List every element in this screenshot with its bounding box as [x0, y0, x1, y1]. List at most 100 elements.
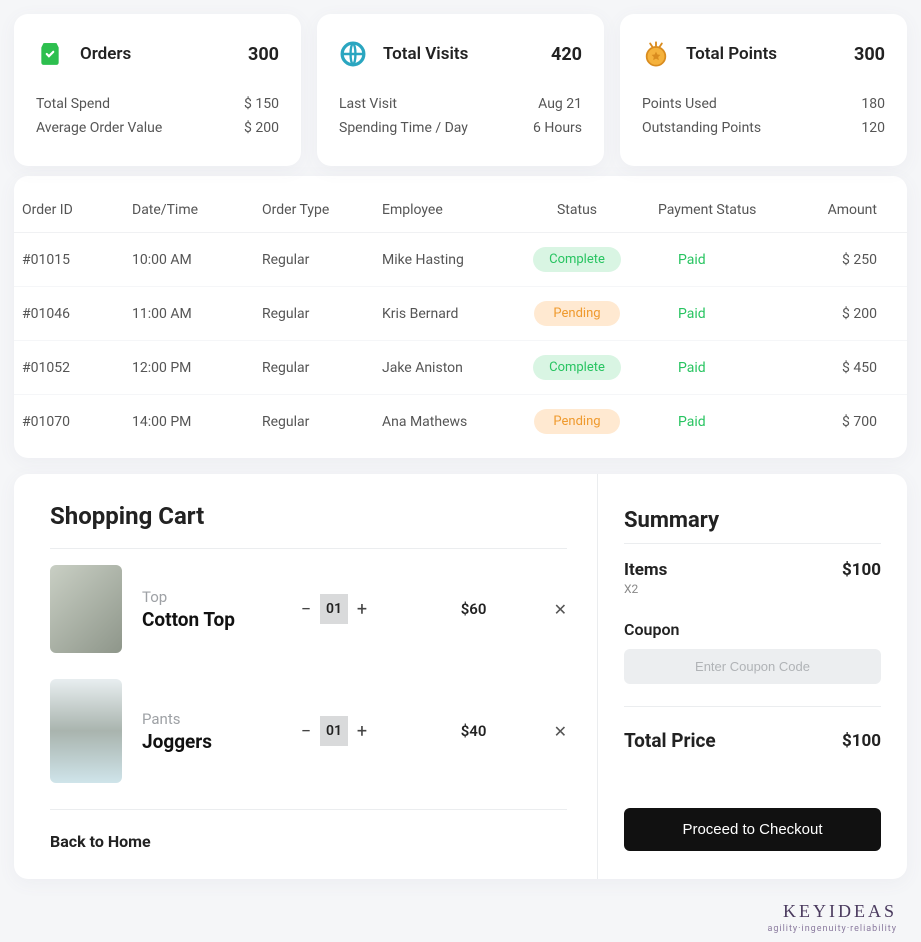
cell-order-id: #01070 [22, 414, 132, 430]
divider [624, 543, 881, 544]
orders-table: Order ID Date/Time Order Type Employee S… [14, 176, 907, 458]
item-price: $40 [444, 722, 504, 740]
back-home-link[interactable]: Back to Home [50, 832, 567, 851]
cell-employee: Mike Hasting [382, 252, 512, 268]
cart-item-info: TopCotton Top [142, 588, 272, 631]
qty-minus-button[interactable]: − [292, 594, 320, 624]
th-payment: Payment Status [642, 202, 772, 218]
card-value: Aug 21 [538, 96, 582, 112]
footer-brand: KEYIDEAS [0, 893, 921, 924]
table-row[interactable]: #0104611:00 AMRegularKris BernardPending… [14, 287, 907, 341]
visits-card: Total Visits 420 Last Visit Aug 21 Spend… [317, 14, 604, 166]
cell-amount: $ 250 [772, 252, 877, 268]
remove-item-button[interactable]: ✕ [554, 600, 567, 619]
cell-status: Complete [512, 355, 642, 380]
cell-payment: Paid [642, 414, 772, 430]
cell-type: Regular [262, 360, 382, 376]
cart-item: TopCotton Top−01+$60✕ [50, 565, 567, 653]
status-badge: Complete [533, 247, 621, 272]
card-label: Points Used [642, 96, 717, 112]
th-amount: Amount [772, 202, 877, 218]
table-row[interactable]: #0101510:00 AMRegularMike Hasting Complet… [14, 233, 907, 287]
product-thumbnail [50, 565, 122, 653]
globe-icon [339, 40, 367, 68]
divider [50, 548, 567, 549]
cell-amount: $ 450 [772, 360, 877, 376]
qty-value: 01 [320, 716, 348, 746]
cart-item-info: Pants Joggers [142, 710, 272, 753]
visits-title: Total Visits [383, 44, 468, 64]
cart-title: Shopping Cart [50, 502, 567, 530]
quantity-stepper: −01+ [292, 594, 376, 624]
points-row: Outstanding Points 120 [642, 120, 885, 136]
summary-items-sub: X2 [624, 582, 667, 596]
cell-payment: Paid [642, 360, 772, 376]
qty-plus-button[interactable]: + [348, 716, 376, 746]
product-category: Top [142, 588, 272, 606]
orders-value: 300 [248, 44, 279, 65]
cell-amount: $ 700 [772, 414, 877, 430]
status-badge: Complete [533, 355, 621, 380]
cell-employee: Ana Mathews [382, 414, 512, 430]
points-card: Total Points 300 Points Used 180 Outstan… [620, 14, 907, 166]
status-badge: Pending [534, 301, 620, 326]
cell-amount: $ 200 [772, 306, 877, 322]
card-value: 6 Hours [533, 120, 582, 136]
stat-cards-row: Orders 300 Total Spend $ 150 Average Ord… [0, 0, 921, 176]
total-row: Total Price $100 [624, 729, 881, 752]
card-value: 180 [861, 96, 885, 112]
points-row: Points Used 180 [642, 96, 885, 112]
cell-status: Pending [512, 409, 642, 434]
visits-row: Last Visit Aug 21 [339, 96, 582, 112]
card-label: Outstanding Points [642, 120, 761, 136]
card-value: $ 150 [244, 96, 279, 112]
cell-status: Pending [512, 301, 642, 326]
table-row[interactable]: #0107014:00 PMRegularAna MathewsPendingP… [14, 395, 907, 448]
shopping-bag-icon [36, 40, 64, 68]
orders-card: Orders 300 Total Spend $ 150 Average Ord… [14, 14, 301, 166]
card-label: Total Spend [36, 96, 110, 112]
card-value: $ 200 [244, 120, 279, 136]
cell-time: 12:00 PM [132, 360, 262, 376]
remove-item-button[interactable]: ✕ [554, 722, 567, 741]
qty-minus-button[interactable]: − [292, 716, 320, 746]
card-label: Last Visit [339, 96, 397, 112]
status-badge: Pending [534, 409, 620, 434]
cell-order-id: #01015 [22, 252, 132, 268]
cell-time: 10:00 AM [132, 252, 262, 268]
item-price: $60 [444, 600, 504, 618]
quantity-stepper: −01+ [292, 716, 376, 746]
orders-row: Average Order Value $ 200 [36, 120, 279, 136]
card-value: 120 [861, 120, 885, 136]
cell-order-id: #01052 [22, 360, 132, 376]
cart-items: TopCotton Top−01+$60✕PantsJoggers−01+$40… [50, 565, 567, 783]
card-label: Spending Time / Day [339, 120, 468, 136]
cell-status: Complete [512, 247, 642, 272]
th-order-type: Order Type [262, 202, 382, 218]
qty-plus-button[interactable]: + [348, 594, 376, 624]
divider [624, 706, 881, 707]
footer-tagline: agility·ingenuity·reliability [0, 924, 921, 942]
product-name: Joggers [142, 730, 272, 753]
orders-row: Total Spend $ 150 [36, 96, 279, 112]
table-row[interactable]: #0105212:00 PMRegularJake AnistonComplet… [14, 341, 907, 395]
coupon-label: Coupon [624, 620, 881, 639]
medal-icon [642, 40, 670, 68]
orders-title: Orders [80, 44, 131, 64]
summary-items-total: $100 [842, 560, 881, 580]
checkout-button[interactable]: Proceed to Checkout [624, 808, 881, 851]
summary-title: Summary [624, 508, 881, 533]
summary-items-row: Items X2 $100 [624, 560, 881, 596]
th-employee: Employee [382, 202, 512, 218]
table-header: Order ID Date/Time Order Type Employee S… [14, 188, 907, 233]
cell-type: Regular [262, 252, 382, 268]
th-datetime: Date/Time [132, 202, 262, 218]
qty-value: 01 [320, 594, 348, 624]
visits-row: Spending Time / Day 6 Hours [339, 120, 582, 136]
cart-card: Shopping Cart TopCotton Top−01+$60✕Pants… [14, 474, 907, 879]
coupon-input[interactable] [624, 649, 881, 684]
cell-payment: Paid [642, 306, 772, 322]
product-category: Pants [142, 710, 272, 728]
product-thumbnail [50, 679, 122, 783]
th-order-id: Order ID [22, 202, 132, 218]
